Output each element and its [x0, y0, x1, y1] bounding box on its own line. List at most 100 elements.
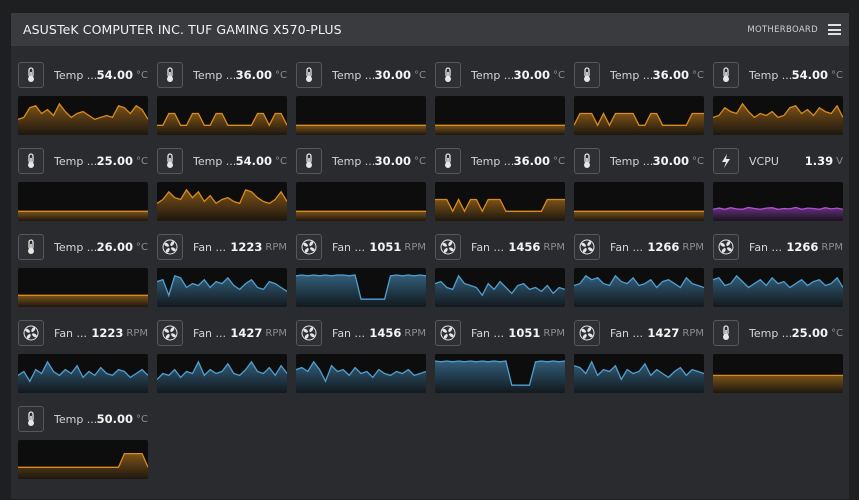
thermometer-icon: [157, 62, 183, 88]
sensor-tile[interactable]: Temp ... 36.00 °C: [157, 61, 287, 135]
sensor-label: Temp ...: [610, 154, 653, 168]
sensor-unit: RPM: [265, 327, 287, 339]
sensor-tile-header: Temp ... 54.00 °C: [157, 147, 287, 175]
sensor-tile-header: Fan ... 1266 RPM: [713, 233, 843, 261]
sensor-tile-header: Temp ... 25.00 °C: [18, 147, 148, 175]
panel-title: ASUSTeK COMPUTER INC. TUF GAMING X570-PL…: [23, 22, 342, 37]
sensor-value: 36.00: [235, 68, 273, 82]
sparkline-chart: [296, 274, 426, 307]
sparkline-area: [296, 275, 426, 307]
sensor-tile-header: Fan ... 1051 RPM: [296, 233, 426, 261]
sensor-tile-header: VCPU 1.39 V: [713, 147, 843, 175]
sensor-history-graph: [296, 182, 426, 221]
sensor-tile-header: Temp ... 54.00 °C: [713, 61, 843, 89]
sensor-label: Fan ...: [332, 240, 366, 254]
sensor-tile[interactable]: Fan ... 1427 RPM: [574, 319, 704, 393]
sensor-tile-header: Temp ... 36.00 °C: [435, 147, 565, 175]
sensor-history-graph: [157, 96, 287, 135]
sensor-history-graph: [574, 182, 704, 221]
sensor-tile[interactable]: Temp ... 26.00 °C: [18, 233, 148, 307]
sensor-value: 25.00: [96, 154, 134, 168]
sensor-unit: °C: [831, 327, 843, 339]
sensor-tile[interactable]: Fan ... 1456 RPM: [296, 319, 426, 393]
sensor-unit: RPM: [126, 327, 148, 339]
thermometer-icon: [574, 62, 600, 88]
sensor-value: 1427: [647, 326, 680, 340]
thermometer-icon: [296, 62, 322, 88]
sensor-tile[interactable]: Fan ... 1427 RPM: [157, 319, 287, 393]
sensor-tile[interactable]: Temp ... 30.00 °C: [296, 61, 426, 135]
sensor-history-graph: [18, 182, 148, 221]
category-tag: MOTHERBOARD: [747, 24, 818, 35]
sensor-label: Temp ...: [332, 68, 375, 82]
thermometer-icon: [435, 62, 461, 88]
sensor-unit: RPM: [543, 241, 565, 253]
sensor-tile-header: Temp ... 50.00 °C: [18, 405, 148, 433]
sensor-tile[interactable]: Temp ... 30.00 °C: [574, 147, 704, 221]
hamburger-menu-icon[interactable]: [828, 24, 841, 35]
sensor-label: Fan ...: [610, 326, 644, 340]
sensor-tile[interactable]: Temp ... 25.00 °C: [713, 319, 843, 393]
sensor-unit: °C: [136, 241, 148, 253]
fan-icon: [713, 234, 739, 260]
sparkline-area: [435, 125, 565, 135]
sensor-label: Temp ...: [610, 68, 653, 82]
sparkline-area: [157, 361, 287, 393]
sensor-history-graph: [18, 268, 148, 307]
sensor-tile[interactable]: Fan ... 1266 RPM: [713, 233, 843, 307]
sensor-tile[interactable]: Temp ... 30.00 °C: [435, 61, 565, 135]
sensor-tile[interactable]: Temp ... 50.00 °C: [18, 405, 148, 479]
sensor-tile[interactable]: Fan ... 1223 RPM: [18, 319, 148, 393]
sensor-tile[interactable]: Temp ... 54.00 °C: [713, 61, 843, 135]
sensor-value: 1223: [91, 326, 124, 340]
sensor-label: Fan ...: [54, 326, 88, 340]
sparkline-area: [574, 211, 704, 221]
thermometer-icon: [574, 148, 600, 174]
sensor-unit: RPM: [404, 241, 426, 253]
sensor-value: 25.00: [791, 326, 829, 340]
sensor-label: Fan ...: [332, 326, 366, 340]
sensor-label: Temp ...: [471, 68, 514, 82]
sparkline-chart: [296, 124, 426, 135]
sensor-label: Fan ...: [610, 240, 644, 254]
sensor-tile[interactable]: Temp ... 36.00 °C: [574, 61, 704, 135]
fan-icon: [574, 320, 600, 346]
sensor-unit: °C: [136, 155, 148, 167]
sensor-value: 1223: [230, 240, 263, 254]
sparkline-chart: [18, 102, 148, 135]
sensor-tile[interactable]: Temp ... 25.00 °C: [18, 147, 148, 221]
sensor-unit: V: [836, 155, 843, 167]
sparkline-area: [18, 211, 148, 221]
sensor-tile[interactable]: Fan ... 1051 RPM: [435, 319, 565, 393]
sensor-tile[interactable]: Fan ... 1051 RPM: [296, 233, 426, 307]
sparkline-chart: [713, 206, 843, 221]
header-actions: MOTHERBOARD: [747, 24, 841, 35]
sensor-tile[interactable]: Fan ... 1223 RPM: [157, 233, 287, 307]
sensor-tile[interactable]: Fan ... 1456 RPM: [435, 233, 565, 307]
sensor-label: Temp ...: [54, 412, 97, 426]
sensor-history-graph: [713, 182, 843, 221]
sensor-tile-header: Fan ... 1223 RPM: [18, 319, 148, 347]
sensor-history-graph: [157, 182, 287, 221]
sensor-tile-header: Temp ... 30.00 °C: [435, 61, 565, 89]
sensor-unit: RPM: [682, 327, 704, 339]
sensor-label: Fan ...: [193, 240, 227, 254]
sparkline-area: [296, 211, 426, 221]
thermometer-icon: [18, 148, 44, 174]
sensor-value: 1051: [508, 326, 541, 340]
thermometer-icon: [296, 148, 322, 174]
sensor-history-graph: [435, 182, 565, 221]
sensor-tile-header: Temp ... 25.00 °C: [713, 319, 843, 347]
sensor-tile[interactable]: Temp ... 54.00 °C: [18, 61, 148, 135]
sensor-value: 54.00: [791, 68, 829, 82]
sensor-tile[interactable]: Temp ... 30.00 °C: [296, 147, 426, 221]
sensor-tile[interactable]: Temp ... 36.00 °C: [435, 147, 565, 221]
sensor-tile[interactable]: Fan ... 1266 RPM: [574, 233, 704, 307]
sensor-tile[interactable]: Temp ... 54.00 °C: [157, 147, 287, 221]
thermometer-icon: [157, 148, 183, 174]
sensor-label: Fan ...: [471, 326, 505, 340]
sensor-tile-header: Temp ... 30.00 °C: [296, 61, 426, 89]
sensor-tile[interactable]: VCPU 1.39 V: [713, 147, 843, 221]
sensor-history-graph: [18, 96, 148, 135]
sparkline-chart: [157, 112, 287, 135]
